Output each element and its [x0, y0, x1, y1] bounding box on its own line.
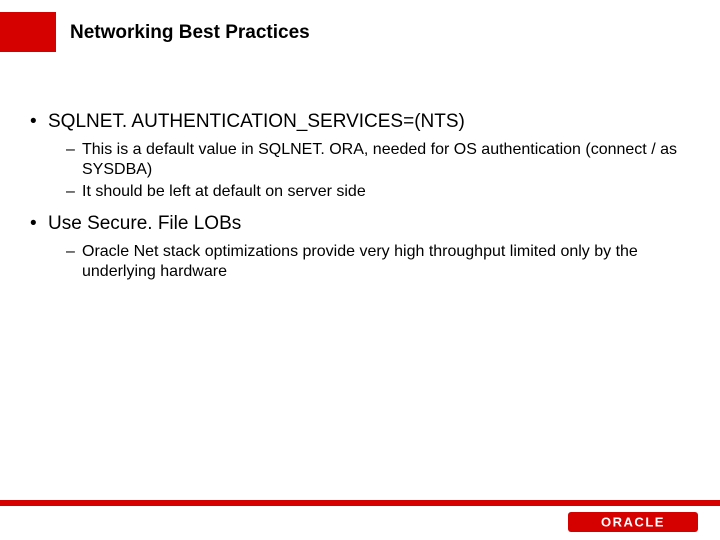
slide-title: Networking Best Practices — [70, 22, 310, 44]
header-red-block — [0, 12, 56, 52]
oracle-logo-text: ORACLE — [601, 515, 665, 530]
bullet-level1: Use Secure. File LOBs — [30, 212, 690, 236]
bullet-level2: This is a default value in SQLNET. ORA, … — [30, 140, 690, 180]
footer-red-bar — [0, 500, 720, 506]
slide-content: SQLNET. AUTHENTICATION_SERVICES=(NTS) Th… — [30, 110, 690, 284]
bullet-level2: Oracle Net stack optimizations provide v… — [30, 242, 690, 282]
bullet-level1: SQLNET. AUTHENTICATION_SERVICES=(NTS) — [30, 110, 690, 134]
oracle-logo-icon: ORACLE — [568, 512, 698, 532]
bullet-level2: It should be left at default on server s… — [30, 182, 690, 202]
